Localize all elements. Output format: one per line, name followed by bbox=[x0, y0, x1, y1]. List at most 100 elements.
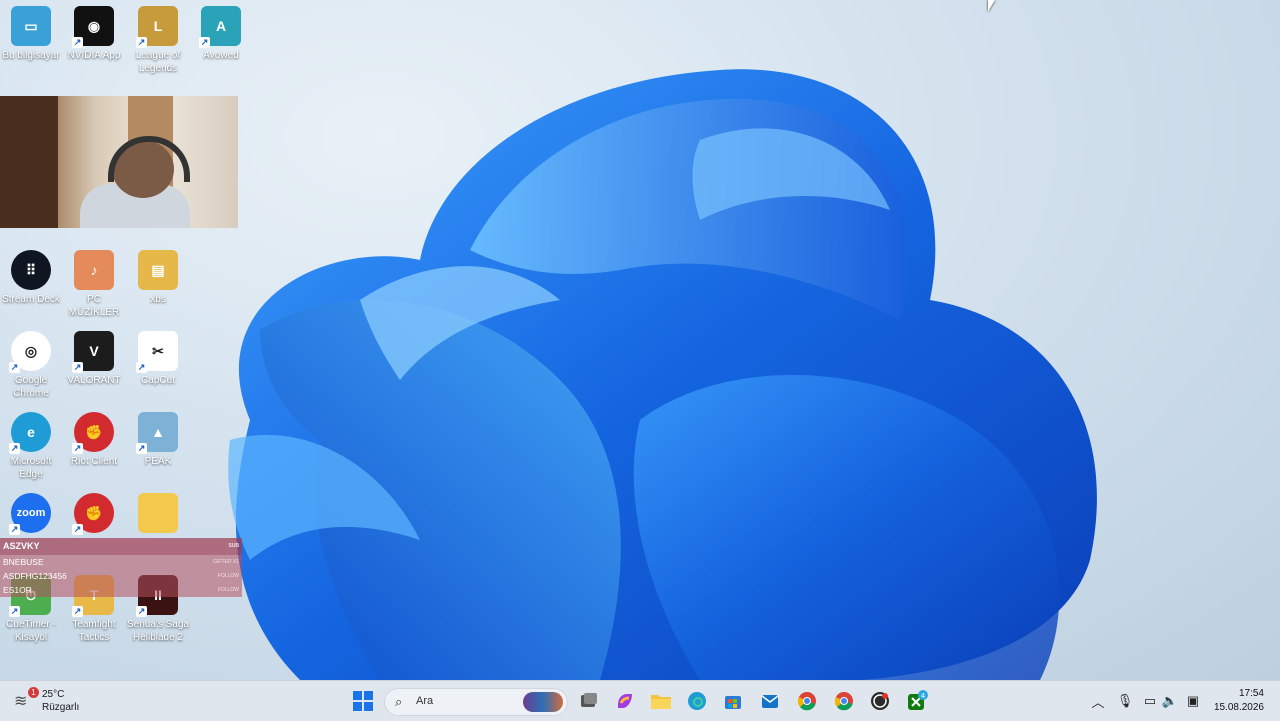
weather-widget[interactable]: ≋ 1 25°C Rüzgarlı bbox=[14, 687, 104, 715]
chrome-profile-button[interactable] bbox=[831, 689, 857, 713]
shortcut-arrow-icon: ↗ bbox=[72, 524, 83, 535]
search-highlight-art bbox=[523, 692, 563, 712]
file-explorer-button[interactable] bbox=[648, 689, 674, 713]
volume-icon: 🔈 bbox=[1161, 693, 1179, 708]
desktop-icon-label: Avowed bbox=[203, 50, 239, 61]
xbox-icon: 4 bbox=[908, 690, 928, 710]
desktop-icon-label: Riot Client bbox=[70, 456, 118, 467]
shortcut-arrow-icon: ↗ bbox=[9, 443, 20, 454]
taskbar: ≋ 1 25°C Rüzgarlı ⌕ Ara 4 ︿ 🎙 ▭ 🔈 ▣ 17:5… bbox=[0, 680, 1280, 721]
riot-icon: ✊ ↗ bbox=[72, 412, 114, 454]
desktop-icon-label: xbs bbox=[150, 294, 166, 305]
edge-icon bbox=[688, 692, 706, 710]
shortcut-arrow-icon: ↗ bbox=[136, 362, 147, 373]
pc-muzikler-icon: ♪ bbox=[74, 250, 114, 290]
desktop-icon-label: CueTimer - Kisayol bbox=[6, 619, 56, 643]
valorant-icon: V ↗ bbox=[72, 331, 114, 373]
desktop-icon-label: League of Legends bbox=[135, 50, 181, 74]
chrome-icon bbox=[797, 692, 816, 711]
desktop-icon-label: PEAK bbox=[144, 456, 172, 467]
microphone-tray[interactable]: 🎙 bbox=[1115, 689, 1135, 713]
avowed-icon: A ↗ bbox=[199, 6, 241, 48]
desktop-icon-label: PC MÜZİKLER bbox=[68, 294, 120, 318]
desktop-icon-zoom[interactable]: zoom ↗ bbox=[0, 493, 64, 536]
folder-icon bbox=[651, 695, 671, 709]
xbs-icon: ▤ bbox=[138, 250, 178, 290]
desktop-icon-nvidia[interactable]: ◉ ↗ NVIDIA App bbox=[61, 6, 127, 62]
start-button[interactable] bbox=[350, 689, 376, 713]
event-row: ASDFHG123456 FOLLOW bbox=[0, 569, 242, 583]
desktop-icon-riot[interactable]: ✊ ↗ Riot Client bbox=[61, 412, 127, 468]
microphone-icon: 🎙 bbox=[1116, 693, 1134, 708]
task-view-icon bbox=[581, 693, 597, 707]
nvidia-icon: ◉ ↗ bbox=[72, 6, 114, 48]
search-box[interactable]: ⌕ Ara bbox=[384, 688, 568, 716]
copilot-icon bbox=[618, 694, 632, 708]
clock-date: 15.08.2026 bbox=[1213, 702, 1264, 713]
chrome-button[interactable] bbox=[794, 689, 820, 713]
desktop-icon-label: Google Chrome bbox=[13, 375, 49, 399]
desktop-icon-label: NVIDIA App bbox=[67, 50, 121, 61]
copilot-button[interactable] bbox=[612, 689, 638, 713]
desktop-icon-stream-deck[interactable]: ⠿ Stream Deck bbox=[0, 250, 64, 306]
show-hidden-icons[interactable]: ︿ bbox=[1088, 689, 1108, 713]
obs-icon bbox=[871, 692, 889, 710]
chevron-up-icon: ︿ bbox=[1091, 694, 1105, 710]
event-row: ASZVKY SUB bbox=[0, 538, 242, 555]
desktop-icon-xbs[interactable]: ▤ xbs bbox=[125, 250, 191, 306]
desktop-icon-this-pc[interactable]: ▭ Bu bilgisayar bbox=[0, 6, 64, 62]
shortcut-arrow-icon: ↗ bbox=[9, 362, 20, 373]
desktop-icon-peak[interactable]: ▲ ↗ PEAK bbox=[125, 412, 191, 468]
desktop-icon-capcut[interactable]: ✂ ↗ CapCut bbox=[125, 331, 191, 387]
desktop-icon-label: Teamfight Tactics bbox=[72, 619, 116, 643]
battery-tray[interactable]: ▣ bbox=[1183, 689, 1203, 713]
outlook-button[interactable] bbox=[757, 689, 783, 713]
notification-badge: 1 bbox=[28, 687, 39, 698]
shortcut-arrow-icon: ↗ bbox=[136, 37, 147, 48]
shortcut-arrow-icon: ↗ bbox=[136, 606, 147, 617]
shortcut-arrow-icon: ↗ bbox=[9, 606, 20, 617]
windows-icon bbox=[353, 691, 373, 711]
store-button[interactable] bbox=[720, 689, 746, 713]
edge-button[interactable] bbox=[684, 689, 710, 713]
svg-text:4: 4 bbox=[921, 692, 926, 700]
shortcut-arrow-icon: ↗ bbox=[72, 606, 83, 617]
network-tray[interactable]: ▭ bbox=[1140, 689, 1160, 713]
volume-tray[interactable]: 🔈 bbox=[1160, 689, 1180, 713]
mouse-cursor bbox=[988, 0, 995, 12]
xbox-button[interactable]: 4 bbox=[904, 689, 930, 713]
clock-time: 17:54 bbox=[1238, 688, 1264, 699]
desktop-icon-valorant[interactable]: V ↗ VALORANT bbox=[61, 331, 127, 387]
lol-icon: L ↗ bbox=[136, 6, 178, 48]
desktop-icon-label: CapCut bbox=[141, 375, 175, 386]
task-view-button[interactable] bbox=[576, 689, 602, 713]
stream-deck-icon: ⠿ bbox=[11, 250, 51, 290]
peak-icon: ▲ ↗ bbox=[136, 412, 178, 454]
search-placeholder: Ara bbox=[416, 695, 434, 707]
desktop-icon-riot2[interactable]: ✊ ↗ bbox=[61, 493, 127, 536]
stream-events-overlay: ASZVKY SUB BNEBUSE GIFTED X1 ASDFHG123456 F… bbox=[0, 538, 242, 597]
search-icon: ⌕ bbox=[395, 694, 403, 709]
obs-button[interactable] bbox=[867, 689, 893, 713]
network-icon: ▭ bbox=[1143, 693, 1157, 708]
store-icon bbox=[725, 696, 741, 709]
desktop-icon-label: VALORANT bbox=[67, 375, 121, 386]
chrome-icon: ◎ ↗ bbox=[9, 331, 51, 373]
clock[interactable]: 17:54 15.08.2026 bbox=[1214, 687, 1264, 715]
desktop-icon-folder[interactable] bbox=[125, 493, 191, 536]
desktop-icon-avowed[interactable]: A ↗ Avowed bbox=[188, 6, 254, 62]
desktop-icon-label: Microsoft Edge bbox=[10, 456, 52, 480]
desktop-icon-pc-muzikler[interactable]: ♪ PC MÜZİKLER bbox=[61, 250, 127, 319]
desktop-icon-chrome[interactable]: ◎ ↗ Google Chrome bbox=[0, 331, 64, 400]
weather-condition: Rüzgarlı bbox=[42, 702, 80, 713]
shortcut-arrow-icon: ↗ bbox=[72, 362, 83, 373]
this-pc-icon: ▭ bbox=[11, 6, 51, 46]
edge-icon: e ↗ bbox=[9, 412, 51, 454]
capcut-icon: ✂ ↗ bbox=[136, 331, 178, 373]
shortcut-arrow-icon: ↗ bbox=[72, 443, 83, 454]
weather-temp: 25°C bbox=[42, 689, 65, 700]
chrome-icon bbox=[834, 692, 853, 711]
desktop-icon-lol[interactable]: L ↗ League of Legends bbox=[125, 6, 191, 75]
shelf bbox=[0, 96, 58, 228]
desktop-icon-edge[interactable]: e ↗ Microsoft Edge bbox=[0, 412, 64, 481]
